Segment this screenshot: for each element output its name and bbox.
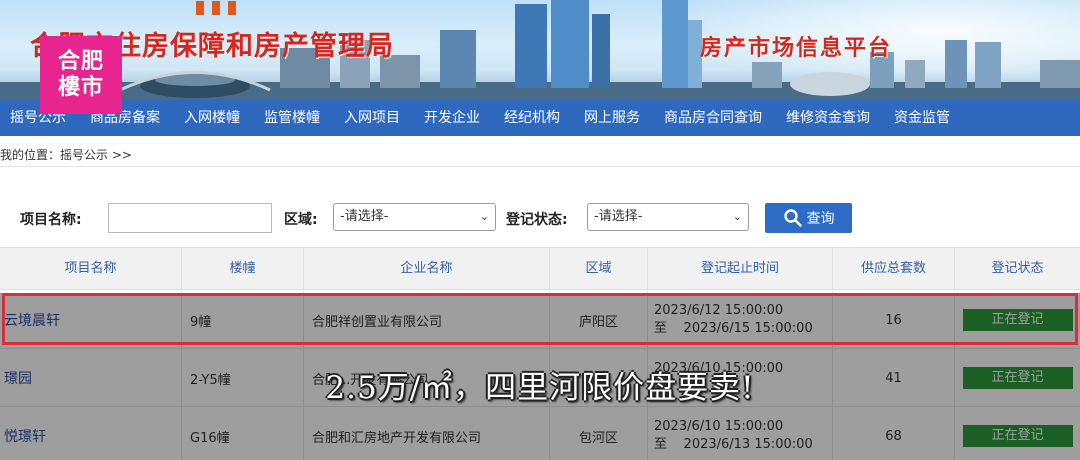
start-time: 2023/6/10 15:00:00	[654, 419, 784, 434]
company-cell: 合肥祥创置业有限公司	[304, 291, 550, 349]
project-name-link[interactable]: 悦璟轩	[0, 407, 182, 460]
col-header-building: 楼幢	[182, 248, 304, 290]
project-name-input[interactable]	[108, 203, 272, 233]
project-name-label: 项目名称:	[20, 212, 82, 228]
col-header-supply: 供应总套数	[833, 248, 955, 290]
table-row: 云境晨轩 9幢 合肥祥创置业有限公司 庐阳区 2023/6/12 15:00:0…	[0, 291, 1080, 349]
main-nav: 摇号公示 商品房备案 入网楼幢 监管楼幢 入网项目 开发企业 经纪机构 网上服务…	[0, 100, 1080, 136]
search-icon	[783, 209, 802, 227]
district-cell: 包河区	[550, 407, 648, 460]
time-cell: 2023/6/12 15:00:00 至 2023/6/15 15:00:00	[648, 291, 833, 349]
nav-item-contract-query[interactable]: 商品房合同查询	[652, 100, 774, 136]
screen: 合肥市住房保障和房产管理局 房产市场信息平台 合肥 樓市 摇号公示 商品房备案 …	[0, 0, 1080, 460]
search-form: 项目名称: 区域: -请选择- ⌄ 登记状态: -请选择- ⌄ 查询	[0, 200, 1080, 236]
time-cell: 2023/6/10 15:00:00 至 2023/6/13 15:00:00	[648, 407, 833, 460]
nav-item-networked-projects[interactable]: 入网项目	[332, 100, 412, 136]
nav-item-fund-supervision[interactable]: 资金监管	[882, 100, 962, 136]
end-time: 2023/6/15 15:00:00	[683, 321, 813, 336]
building-cell: 9幢	[182, 291, 304, 349]
divider	[0, 166, 1080, 167]
table-row: 悦璟轩 G16幢 合肥和汇房地产开发有限公司 包河区 2023/6/10 15:…	[0, 407, 1080, 460]
building-cell: G16幢	[182, 407, 304, 460]
project-name-link[interactable]: 云境晨轩	[0, 291, 182, 349]
breadcrumb: 我的位置：摇号公示 >>	[0, 148, 132, 162]
hefei-loushi-logo: 合肥 樓市	[40, 36, 122, 114]
area-label: 区域:	[284, 212, 318, 228]
nav-item-maintenance-fund[interactable]: 维修资金查询	[774, 100, 882, 136]
video-caption: 2.5万/㎡，四里河限价盘要卖!	[325, 370, 755, 406]
nav-item-networked-buildings[interactable]: 入网楼幢	[172, 100, 252, 136]
col-header-time: 登记起止时间	[648, 248, 833, 290]
table-header: 项目名称 楼幢 企业名称 区域 登记起止时间 供应总套数 登记状态	[0, 247, 1080, 290]
col-header-status: 登记状态	[991, 261, 1044, 276]
banner-subtitle: 房产市场信息平台	[700, 35, 893, 61]
area-select[interactable]: -请选择- ⌄	[333, 203, 496, 231]
query-button-label: 查询	[806, 211, 835, 227]
supply-cell: 16	[833, 291, 955, 349]
end-time-line: 至 2023/6/13 15:00:00	[654, 436, 813, 454]
status-select-value: -请选择-	[594, 209, 643, 224]
col-header-district: 区域	[550, 248, 648, 290]
area-select-value: -请选择-	[340, 209, 389, 224]
end-prefix: 至	[654, 437, 668, 452]
site-banner: 合肥市住房保障和房产管理局 房产市场信息平台	[0, 0, 1080, 100]
status-cell: 正在登记	[955, 291, 1080, 349]
status-button[interactable]: 正在登记	[962, 425, 1073, 447]
nav-item-online-service[interactable]: 网上服务	[572, 100, 652, 136]
col-header-company: 企业名称	[304, 248, 550, 290]
end-time-line: 至 2023/6/15 15:00:00	[654, 320, 813, 338]
logo-line1: 合肥	[57, 49, 104, 74]
logo-line2: 樓市	[57, 75, 104, 100]
supply-cell: 68	[833, 407, 955, 460]
start-time: 2023/6/12 15:00:00	[654, 303, 784, 318]
col-header-project: 项目名称	[0, 248, 182, 290]
district-cell: 庐阳区	[550, 291, 648, 349]
company-cell: 合肥和汇房地产开发有限公司	[304, 407, 550, 460]
nav-item-supervised-buildings[interactable]: 监管楼幢	[252, 100, 332, 136]
status-label: 登记状态:	[506, 212, 568, 228]
nav-item-developers[interactable]: 开发企业	[412, 100, 492, 136]
query-button[interactable]: 查询	[765, 203, 852, 233]
nav-item-agencies[interactable]: 经纪机构	[492, 100, 572, 136]
end-prefix: 至	[654, 321, 668, 336]
banner-stripes	[196, 0, 256, 15]
end-time: 2023/6/13 15:00:00	[683, 437, 813, 452]
status-button[interactable]: 正在登记	[962, 309, 1073, 331]
chevron-down-icon: ⌄	[479, 210, 489, 223]
status-select[interactable]: -请选择- ⌄	[587, 203, 749, 231]
chevron-down-icon: ⌄	[732, 210, 742, 223]
status-cell: 正在登记	[955, 407, 1080, 460]
